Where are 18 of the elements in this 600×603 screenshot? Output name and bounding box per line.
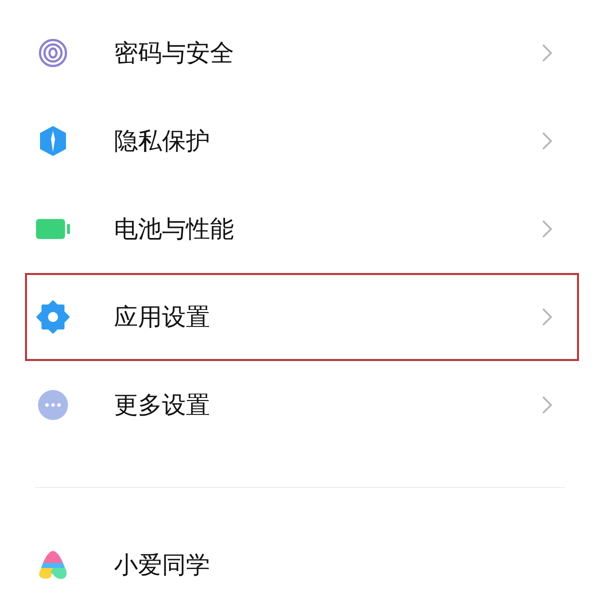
battery-icon bbox=[36, 218, 70, 240]
settings-row[interactable]: 密码与安全 bbox=[25, 9, 579, 97]
gear-icon bbox=[36, 300, 70, 334]
setting-label: 应用设置 bbox=[114, 302, 211, 333]
setting-label: 电池与性能 bbox=[114, 214, 235, 245]
more-icon bbox=[37, 389, 69, 421]
assistant-logo-icon bbox=[37, 550, 69, 580]
setting-label: 密码与安全 bbox=[114, 38, 235, 69]
settings-row[interactable]: 电池与性能 bbox=[25, 185, 579, 273]
setting-label: 小爱同学 bbox=[114, 550, 211, 581]
setting-label: 更多设置 bbox=[114, 390, 211, 421]
settings-row[interactable]: 更多设置 bbox=[25, 361, 579, 449]
shield-icon bbox=[38, 125, 68, 157]
fingerprint-icon bbox=[38, 38, 68, 68]
setting-label: 隐私保护 bbox=[114, 126, 211, 157]
settings-row[interactable]: 应用设置 bbox=[25, 273, 579, 361]
settings-row[interactable]: 隐私保护 bbox=[25, 97, 579, 185]
settings-row[interactable]: 小爱同学 bbox=[25, 521, 579, 603]
